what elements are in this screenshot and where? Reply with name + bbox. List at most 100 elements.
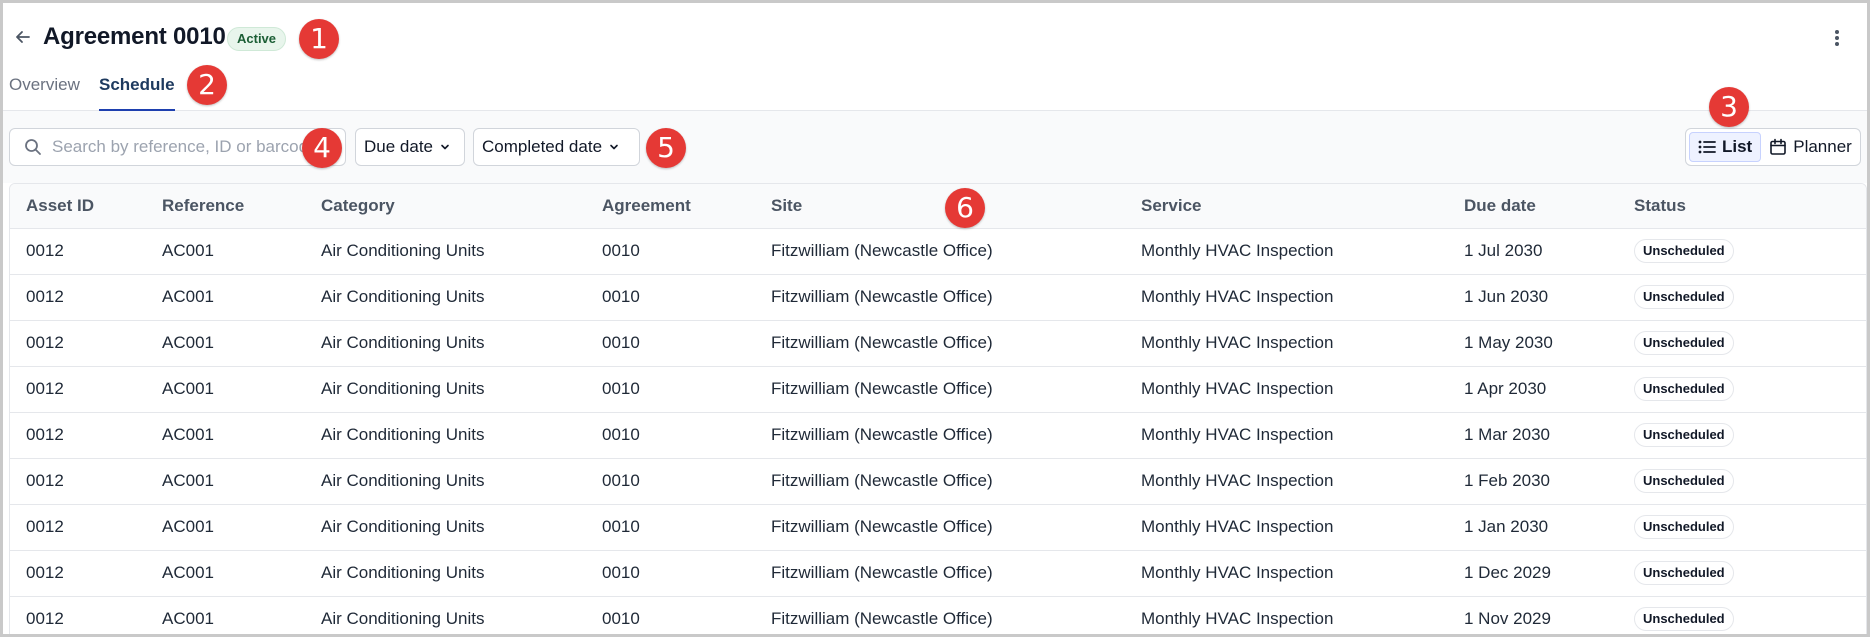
table-cell-category: Air Conditioning Units [305, 550, 586, 597]
page-title: Agreement 0010 [43, 23, 226, 50]
marker-5: 5 [646, 128, 686, 168]
due-date-filter[interactable]: Due date [355, 128, 465, 166]
planner-view-label: Planner [1793, 137, 1852, 156]
table-body: 0012 AC001 Air Conditioning Units 0010 Fitzw… [10, 228, 1866, 634]
column-header-due-date[interactable]: Due date [1448, 184, 1618, 229]
table-row[interactable]: 0012 AC001 Air Conditioning Units 0010 Fitzw… [10, 458, 1866, 505]
table-cell-agreement: 0010 [586, 412, 755, 459]
marker-4: 4 [302, 128, 342, 168]
table-cell-agreement: 0010 [586, 596, 755, 634]
table-cell-due-date: 1 Jul 2030 [1448, 228, 1618, 275]
table-cell-site: Fitzwilliam (Newcastle Office) [755, 504, 1125, 551]
table-cell-status: Unscheduled [1618, 320, 1866, 367]
column-header-site[interactable]: Site [755, 184, 1125, 229]
table-cell-service: Monthly HVAC Inspection [1125, 412, 1448, 459]
more-dot [1835, 42, 1839, 46]
tab-bar: Overview Schedule [3, 71, 1867, 111]
search-input[interactable] [52, 137, 332, 157]
list-view-button[interactable]: List [1689, 132, 1762, 162]
table-cell-due-date: 1 May 2030 [1448, 320, 1618, 367]
table-cell-asset-id: 0012 [10, 458, 146, 505]
app-frame: Agreement 0010 Active Overview Schedule … [0, 0, 1870, 637]
tab-schedule[interactable]: Schedule [99, 71, 175, 111]
table-cell-category: Air Conditioning Units [305, 228, 586, 275]
table-cell-reference: AC001 [146, 274, 305, 321]
more-vertical-icon [1835, 30, 1839, 34]
table-cell-reference: AC001 [146, 366, 305, 413]
toolbar: Due date Completed date List Planner [3, 111, 1867, 183]
table-cell-status: Unscheduled [1618, 412, 1866, 459]
list-icon [1698, 140, 1716, 154]
chevron-down-icon [610, 144, 618, 150]
status-badge: Unscheduled [1634, 469, 1734, 493]
table-cell-site: Fitzwilliam (Newcastle Office) [755, 412, 1125, 459]
table-row[interactable]: 0012 AC001 Air Conditioning Units 0010 Fitzw… [10, 320, 1866, 367]
table-cell-asset-id: 0012 [10, 320, 146, 367]
table-cell-status: Unscheduled [1618, 228, 1866, 275]
table-cell-category: Air Conditioning Units [305, 596, 586, 634]
table-cell-category: Air Conditioning Units [305, 274, 586, 321]
table-row[interactable]: 0012 AC001 Air Conditioning Units 0010 Fitzw… [10, 228, 1866, 275]
table-cell-reference: AC001 [146, 320, 305, 367]
column-header-asset-id[interactable]: Asset ID [10, 184, 146, 229]
status-badge: Unscheduled [1634, 607, 1734, 631]
table-cell-category: Air Conditioning Units [305, 366, 586, 413]
table-cell-category: Air Conditioning Units [305, 504, 586, 551]
table-row[interactable]: 0012 AC001 Air Conditioning Units 0010 Fitzw… [10, 366, 1866, 413]
table-cell-site: Fitzwilliam (Newcastle Office) [755, 228, 1125, 275]
status-badge: Unscheduled [1634, 285, 1734, 309]
table-cell-asset-id: 0012 [10, 274, 146, 321]
table-cell-due-date: 1 Dec 2029 [1448, 550, 1618, 597]
table-cell-reference: AC001 [146, 458, 305, 505]
view-toggle: List Planner [1685, 128, 1861, 166]
calendar-icon [1770, 138, 1787, 155]
status-badge: Unscheduled [1634, 561, 1734, 585]
table-cell-service: Monthly HVAC Inspection [1125, 320, 1448, 367]
table-cell-site: Fitzwilliam (Newcastle Office) [755, 550, 1125, 597]
column-header-status[interactable]: Status [1618, 184, 1866, 229]
table-row[interactable]: 0012 AC001 Air Conditioning Units 0010 Fitzw… [10, 550, 1866, 597]
table-cell-service: Monthly HVAC Inspection [1125, 366, 1448, 413]
status-badge: Unscheduled [1634, 331, 1734, 355]
table-cell-status: Unscheduled [1618, 366, 1866, 413]
table-cell-category: Air Conditioning Units [305, 458, 586, 505]
table-cell-agreement: 0010 [586, 550, 755, 597]
column-header-agreement[interactable]: Agreement [586, 184, 755, 229]
planner-view-button[interactable]: Planner [1761, 132, 1860, 162]
table-row[interactable]: 0012 AC001 Air Conditioning Units 0010 Fitzw… [10, 596, 1866, 634]
table-cell-service: Monthly HVAC Inspection [1125, 458, 1448, 505]
table-cell-status: Unscheduled [1618, 596, 1866, 634]
table-cell-asset-id: 0012 [10, 228, 146, 275]
column-header-service[interactable]: Service [1125, 184, 1448, 229]
completed-date-filter[interactable]: Completed date [473, 128, 640, 166]
due-date-filter-label: Due date [364, 137, 433, 156]
table-cell-service: Monthly HVAC Inspection [1125, 504, 1448, 551]
back-button[interactable] [11, 25, 35, 49]
table-cell-site: Fitzwilliam (Newcastle Office) [755, 320, 1125, 367]
status-badge: Unscheduled [1634, 239, 1734, 263]
table-cell-reference: AC001 [146, 412, 305, 459]
tab-overview[interactable]: Overview [9, 71, 80, 111]
search-box[interactable] [9, 128, 346, 166]
column-header-reference[interactable]: Reference [146, 184, 305, 229]
table-row[interactable]: 0012 AC001 Air Conditioning Units 0010 Fitzw… [10, 504, 1866, 551]
table-cell-due-date: 1 Jan 2030 [1448, 504, 1618, 551]
table-row[interactable]: 0012 AC001 Air Conditioning Units 0010 Fitzw… [10, 412, 1866, 459]
marker-6: 6 [945, 188, 985, 228]
table-cell-asset-id: 0012 [10, 366, 146, 413]
table-cell-due-date: 1 Mar 2030 [1448, 412, 1618, 459]
table-cell-agreement: 0010 [586, 228, 755, 275]
table-cell-due-date: 1 Apr 2030 [1448, 366, 1618, 413]
table-row[interactable]: 0012 AC001 Air Conditioning Units 0010 Fitzw… [10, 274, 1866, 321]
table-cell-reference: AC001 [146, 596, 305, 634]
schedule-table: Asset ID Reference Category Agreement Site Se… [9, 183, 1867, 634]
table-cell-due-date: 1 Feb 2030 [1448, 458, 1618, 505]
table-cell-agreement: 0010 [586, 274, 755, 321]
page-header: Agreement 0010 Active [3, 3, 1867, 73]
table-cell-site: Fitzwilliam (Newcastle Office) [755, 366, 1125, 413]
chevron-down-icon [441, 144, 449, 150]
column-header-category[interactable]: Category [305, 184, 586, 229]
table-cell-category: Air Conditioning Units [305, 412, 586, 459]
status-badge: Unscheduled [1634, 515, 1734, 539]
more-options-button[interactable] [1827, 27, 1847, 49]
